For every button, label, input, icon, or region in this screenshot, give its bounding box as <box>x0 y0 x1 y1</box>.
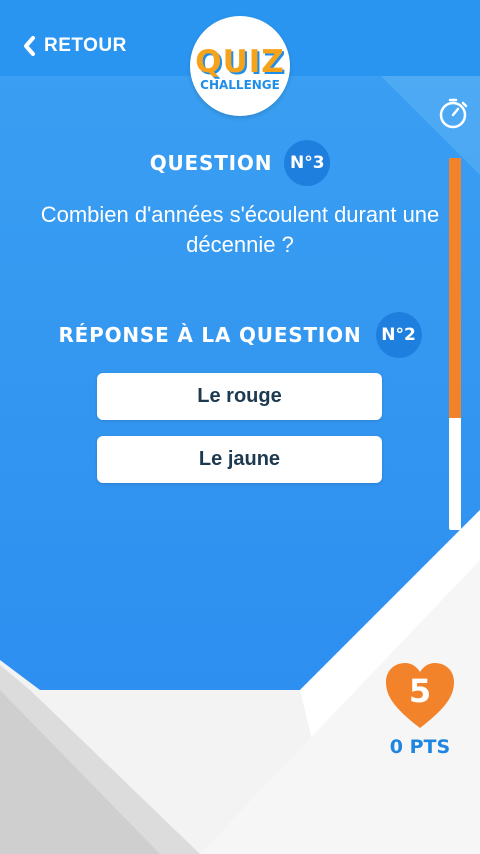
timer-progress-fill <box>449 158 461 419</box>
question-label: QUESTION <box>149 151 273 175</box>
logo-challenge-text: CHALLENGE <box>200 78 280 92</box>
answer-option-2[interactable]: Le jaune <box>97 436 382 483</box>
previous-answer-label: RÉPONSE À LA QUESTION <box>58 323 362 347</box>
question-header: QUESTION N°3 <box>0 140 480 186</box>
answer-option-1[interactable]: Le rouge <box>97 373 382 420</box>
points-label: 0 PTS <box>389 736 451 758</box>
lives-count: 5 <box>408 672 432 710</box>
quiz-challenge-logo: QUIZ CHALLENGE <box>190 16 290 116</box>
logo-quiz-text: QUIZ <box>195 44 285 80</box>
question-number-badge: N°3 <box>284 140 331 186</box>
stopwatch-icon <box>439 98 468 129</box>
question-text: Combien d'années s'écoulent durant une d… <box>40 202 440 257</box>
previous-answer-header: RÉPONSE À LA QUESTION N°2 <box>0 312 480 358</box>
back-button[interactable]: RETOUR <box>22 30 127 62</box>
chevron-left-icon <box>24 36 35 56</box>
previous-answer-number-badge: N°2 <box>375 312 422 358</box>
back-label: RETOUR <box>44 35 127 56</box>
